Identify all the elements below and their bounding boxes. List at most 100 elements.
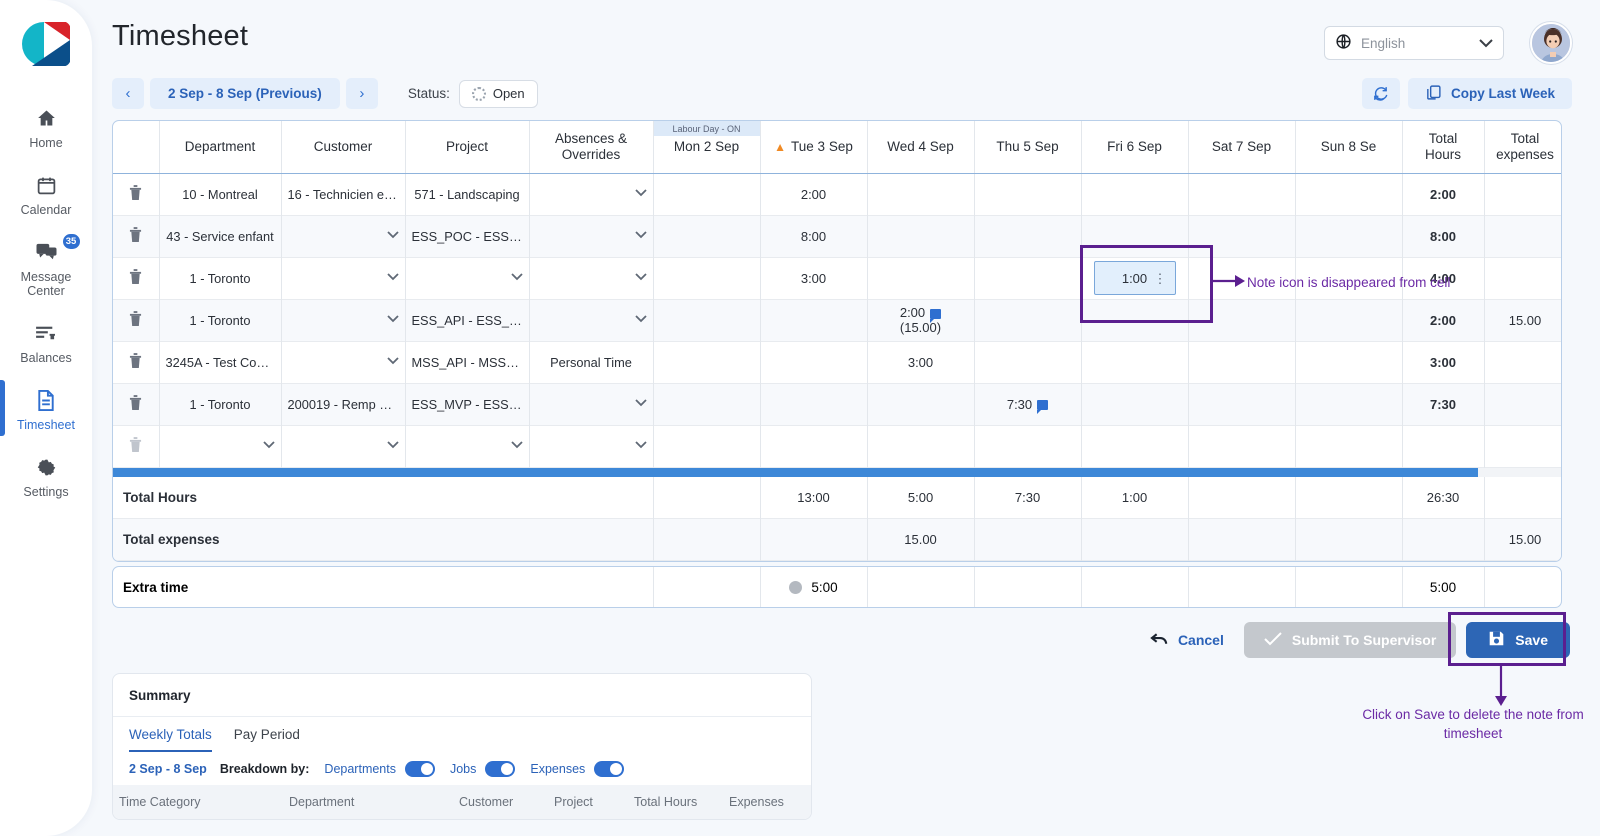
day-cell[interactable]: 3:00 <box>867 341 975 383</box>
delete-row-button[interactable] <box>113 299 160 341</box>
department-cell[interactable]: 1 - Toronto <box>159 299 282 341</box>
project-cell[interactable]: ESS_POC - ESS_P... <box>405 215 530 257</box>
day-cell[interactable] <box>974 215 1082 257</box>
scrollbar-thumb[interactable] <box>113 467 1478 477</box>
day-cell[interactable] <box>652 383 761 425</box>
day-cell[interactable] <box>1081 425 1189 467</box>
day-cell[interactable] <box>974 299 1082 341</box>
submit-to-supervisor-button[interactable]: Submit To Supervisor <box>1243 622 1457 658</box>
day-cell[interactable] <box>1295 341 1403 383</box>
day-cell[interactable] <box>867 257 975 299</box>
day-cell[interactable] <box>652 341 761 383</box>
week-range-button[interactable]: 2 Sep - 8 Sep (Previous) <box>150 78 340 109</box>
day-cell[interactable] <box>1295 257 1403 299</box>
absences-cell[interactable]: Personal Time <box>529 341 654 383</box>
refresh-button[interactable] <box>1361 78 1400 109</box>
next-week-button[interactable]: › <box>345 78 378 109</box>
tab-weekly-totals[interactable]: Weekly Totals <box>129 727 212 752</box>
day-cell[interactable] <box>1188 257 1296 299</box>
department-cell[interactable]: 1 - Toronto <box>159 383 282 425</box>
day-cell[interactable] <box>1295 173 1403 215</box>
project-cell[interactable]: 571 - Landscaping <box>405 173 530 215</box>
absences-cell[interactable] <box>529 299 654 341</box>
day-cell[interactable] <box>1295 215 1403 257</box>
delete-row-button[interactable] <box>113 425 160 467</box>
day-cell[interactable]: 3:00 <box>760 257 868 299</box>
day-cell[interactable] <box>1081 215 1189 257</box>
day-cell[interactable] <box>1081 173 1189 215</box>
day-cell[interactable] <box>867 383 975 425</box>
sidebar-item-calendar[interactable]: Calendar <box>0 163 92 226</box>
day-cell[interactable] <box>1081 299 1189 341</box>
save-button[interactable]: Save <box>1466 622 1570 658</box>
day-cell[interactable] <box>974 341 1082 383</box>
day-cell[interactable] <box>652 173 761 215</box>
cell-menu-icon[interactable]: ⋮ <box>1154 272 1167 285</box>
customer-cell[interactable] <box>281 257 406 299</box>
sidebar-item-balances[interactable]: Balances <box>0 311 92 374</box>
day-cell[interactable] <box>1188 341 1296 383</box>
day-cell[interactable] <box>1295 425 1403 467</box>
absences-cell[interactable] <box>529 215 654 257</box>
department-cell[interactable]: 43 - Service enfant <box>159 215 282 257</box>
delete-row-button[interactable] <box>113 257 160 299</box>
day-cell[interactable] <box>867 425 975 467</box>
day-cell[interactable] <box>652 215 761 257</box>
selected-time-cell[interactable]: 1:00 ⋮ <box>1093 261 1176 295</box>
department-cell[interactable]: 1 - Toronto <box>159 257 282 299</box>
day-cell[interactable] <box>974 425 1082 467</box>
delete-row-button[interactable] <box>113 341 160 383</box>
avatar[interactable] <box>1530 22 1572 64</box>
day-cell[interactable] <box>867 173 975 215</box>
day-cell[interactable] <box>867 215 975 257</box>
project-cell[interactable] <box>405 425 530 467</box>
day-cell[interactable] <box>1188 425 1296 467</box>
project-cell[interactable]: ESS_API - ESS_AP... <box>405 299 530 341</box>
day-cell[interactable] <box>1188 215 1296 257</box>
absences-cell[interactable] <box>529 425 654 467</box>
sidebar-item-settings[interactable]: Settings <box>0 445 92 508</box>
cancel-button[interactable]: Cancel <box>1140 632 1234 649</box>
sidebar-item-message-center[interactable]: 35 Message Center <box>0 230 92 307</box>
day-cell[interactable] <box>974 257 1082 299</box>
trash-icon[interactable] <box>129 352 142 372</box>
customer-cell[interactable] <box>281 215 406 257</box>
day-cell[interactable] <box>760 299 868 341</box>
copy-last-week-button[interactable]: Copy Last Week <box>1407 78 1572 109</box>
trash-icon[interactable] <box>129 394 142 414</box>
day-cell[interactable] <box>1081 383 1189 425</box>
day-cell[interactable] <box>1188 299 1296 341</box>
toggle-departments[interactable] <box>404 761 435 777</box>
toggle-expenses[interactable] <box>594 761 625 777</box>
trash-icon[interactable] <box>129 184 142 204</box>
absences-cell[interactable] <box>529 383 654 425</box>
day-cell[interactable] <box>1188 383 1296 425</box>
toggle-jobs[interactable] <box>485 761 516 777</box>
day-cell[interactable] <box>652 257 761 299</box>
department-cell[interactable]: 10 - Montreal <box>159 173 282 215</box>
delete-row-button[interactable] <box>113 215 160 257</box>
day-cell[interactable] <box>652 425 761 467</box>
customer-cell[interactable]: 200019 - Remp de... <box>281 383 406 425</box>
sidebar-item-home[interactable]: Home <box>0 96 92 159</box>
day-cell[interactable]: 1:00 ⋮ <box>1081 257 1189 299</box>
day-cell[interactable] <box>974 173 1082 215</box>
trash-icon[interactable] <box>129 436 142 456</box>
sidebar-item-timesheet[interactable]: Timesheet <box>0 378 92 441</box>
note-flag-icon[interactable] <box>1037 400 1049 415</box>
customer-cell[interactable] <box>281 299 406 341</box>
trash-icon[interactable] <box>129 268 142 288</box>
trash-icon[interactable] <box>129 226 142 246</box>
day-cell[interactable] <box>1081 341 1189 383</box>
day-cell[interactable]: 2:00 <box>760 173 868 215</box>
day-cell[interactable] <box>1295 299 1403 341</box>
day-cell[interactable] <box>760 425 868 467</box>
language-selector[interactable]: English <box>1324 26 1504 60</box>
project-cell[interactable]: ESS_MVP - ESS_... <box>405 383 530 425</box>
delete-row-button[interactable] <box>113 383 160 425</box>
absences-cell[interactable] <box>529 173 654 215</box>
day-cell[interactable] <box>760 341 868 383</box>
customer-cell[interactable]: 16 - Technicien en... <box>281 173 406 215</box>
tab-pay-period[interactable]: Pay Period <box>234 727 300 752</box>
project-cell[interactable] <box>405 257 530 299</box>
